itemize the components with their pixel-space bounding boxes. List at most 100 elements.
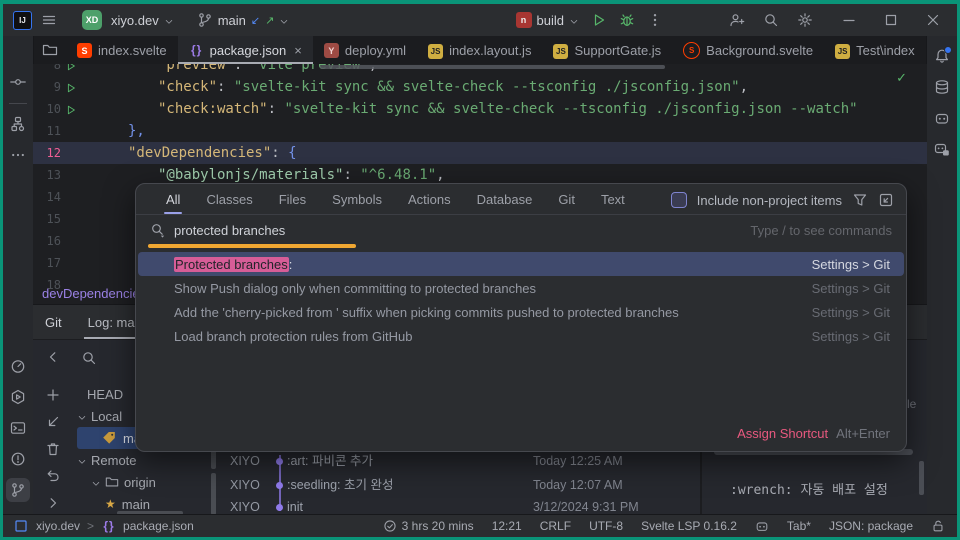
run-line-icon[interactable]	[65, 79, 77, 91]
trash-icon[interactable]	[43, 441, 63, 457]
structure-icon[interactable]	[6, 112, 30, 136]
commit-date: Today 12:07 AM	[533, 473, 623, 497]
line-number: 8	[33, 64, 61, 76]
commit-icon[interactable]	[6, 70, 30, 94]
code-with-me-icon[interactable]	[729, 12, 745, 28]
svelte-icon: S	[77, 42, 92, 59]
line-number: 10	[33, 98, 61, 120]
commit-row[interactable]: XIYO:seedling: 초기 완성Today 12:07 AM	[210, 473, 700, 497]
status-project[interactable]: xiyo.dev	[36, 519, 80, 533]
database-icon[interactable]	[930, 75, 954, 99]
settings-icon[interactable]	[797, 12, 813, 28]
run-button[interactable]	[591, 12, 607, 28]
chevron-down-icon	[279, 15, 289, 25]
status-label: Tab*	[787, 519, 811, 533]
include-non-project-checkbox[interactable]	[671, 192, 687, 208]
project-avatar[interactable]: XD	[82, 10, 102, 30]
status-item-tab-[interactable]: Tab*	[787, 519, 811, 533]
maximize-button[interactable]	[883, 12, 899, 28]
tab-deploy-yml[interactable]: Ydeploy.yml	[313, 36, 417, 64]
search-result-row[interactable]: Show Push dialog only when committing to…	[138, 276, 904, 300]
chevron-right-icon[interactable]	[43, 495, 63, 511]
tree-item-remote[interactable]: Remote	[73, 449, 210, 471]
open-in-find-window-icon[interactable]	[878, 192, 894, 208]
details-vertical-scrollbar[interactable]	[919, 461, 924, 495]
search-tab-actions[interactable]: Actions	[408, 184, 451, 214]
tab-test-index[interactable]: JSTest\index	[824, 36, 926, 64]
assign-shortcut-link[interactable]: Assign Shortcut	[737, 426, 828, 441]
ai-chat-icon[interactable]	[930, 137, 954, 161]
more-actions-icon[interactable]	[647, 12, 663, 28]
tab-supportgate-js[interactable]: JSSupportGate.js	[542, 36, 672, 64]
search-everywhere-icon[interactable]	[763, 12, 779, 28]
search-result-row[interactable]: Add the 'cherry-picked from ' suffix whe…	[138, 300, 904, 324]
vcs-widget[interactable]: main ↙ ↗	[197, 12, 290, 28]
tree-item-origin[interactable]: origin	[73, 471, 210, 493]
problems-icon[interactable]	[6, 447, 30, 471]
search-query: protected branches	[174, 223, 285, 238]
status-item[interactable]	[931, 519, 945, 533]
intellij-logo-icon[interactable]: IJ	[13, 11, 32, 30]
search-result-row[interactable]: Load branch protection rules from GitHub…	[138, 324, 904, 348]
search-tab-symbols[interactable]: Symbols	[332, 184, 382, 214]
project-folder-icon[interactable]	[42, 42, 58, 58]
include-non-project-label: Include non-project items	[697, 193, 842, 208]
main-menu-icon[interactable]	[41, 12, 57, 28]
run-config-selector[interactable]: n build	[516, 12, 579, 28]
tab-package-json[interactable]: { }package.json×	[178, 36, 313, 64]
profiler-icon[interactable]	[6, 354, 30, 378]
terminal-icon	[10, 420, 26, 436]
tab-index-svelte[interactable]: Sindex.svelte	[66, 36, 178, 64]
outgoing-commits-icon: ↗	[265, 14, 274, 27]
code-text: "check": "svelte-kit sync && svelte-chec…	[88, 76, 927, 98]
status-item[interactable]	[755, 519, 769, 533]
more-icon[interactable]	[6, 143, 30, 167]
search-result-row[interactable]: Protected branches:Settings > Git	[138, 252, 904, 276]
commit-row[interactable]: XIYO:art: 파비콘 추가Today 12:25 AM	[210, 449, 700, 473]
line-number: 11	[33, 120, 61, 142]
search-input[interactable]: protected branches Type / to see command…	[136, 214, 906, 246]
notifications-icon[interactable]	[930, 44, 954, 68]
breadcrumb[interactable]: devDependencies	[42, 286, 146, 301]
chevron-left-icon[interactable]	[43, 349, 63, 365]
services-icon[interactable]	[6, 385, 30, 409]
status-item-3-hrs-20-mins[interactable]: 3 hrs 20 mins	[383, 519, 474, 533]
status-item-utf-8[interactable]: UTF-8	[589, 519, 623, 533]
status-item-crlf[interactable]: CRLF	[540, 519, 571, 533]
search-tab-database[interactable]: Database	[477, 184, 533, 214]
close-tab-icon[interactable]: ×	[294, 43, 302, 58]
search-tab-files[interactable]: Files	[279, 184, 306, 214]
tab-label: index.svelte	[98, 43, 167, 58]
search-tab-git[interactable]: Git	[558, 184, 575, 214]
tab-background-svelte[interactable]: SBackground.svelte	[672, 36, 824, 64]
run-line-icon[interactable]	[65, 101, 77, 113]
close-button[interactable]	[925, 12, 941, 28]
terminal-icon[interactable]	[6, 416, 30, 440]
clock-check-icon	[383, 519, 397, 533]
trash-icon	[45, 441, 61, 457]
rollback-icon[interactable]	[43, 468, 63, 484]
search-tab-classes[interactable]: Classes	[206, 184, 252, 214]
status-item-svelte-lsp-0-16-2[interactable]: Svelte LSP 0.16.2	[641, 519, 737, 533]
status-item-json-package[interactable]: JSON: package	[829, 519, 913, 533]
project-widget-icon[interactable]	[13, 518, 29, 534]
minimize-button[interactable]	[841, 12, 857, 28]
status-file[interactable]: package.json	[123, 519, 194, 533]
ai-assistant-icon[interactable]	[930, 106, 954, 130]
status-label: 12:21	[492, 519, 522, 533]
filter-icon[interactable]	[852, 192, 868, 208]
debug-button[interactable]	[619, 12, 635, 28]
result-text: :	[289, 257, 293, 272]
git-branch-icon[interactable]	[6, 478, 30, 502]
status-item-12-21[interactable]: 12:21	[492, 519, 522, 533]
plus-icon[interactable]	[43, 387, 63, 403]
search-tab-all[interactable]: All	[166, 184, 180, 214]
tab-index-layout-js[interactable]: JSindex.layout.js	[417, 36, 542, 64]
project-selector[interactable]: xiyo.dev	[111, 13, 174, 28]
editor-horizontal-scrollbar[interactable]	[320, 65, 665, 69]
commit-icon	[10, 74, 26, 90]
update-icon[interactable]	[43, 414, 63, 430]
run-line-icon[interactable]	[65, 64, 77, 69]
search-tab-text[interactable]: Text	[601, 184, 625, 214]
inspections-ok-icon[interactable]: ✓	[896, 70, 907, 86]
